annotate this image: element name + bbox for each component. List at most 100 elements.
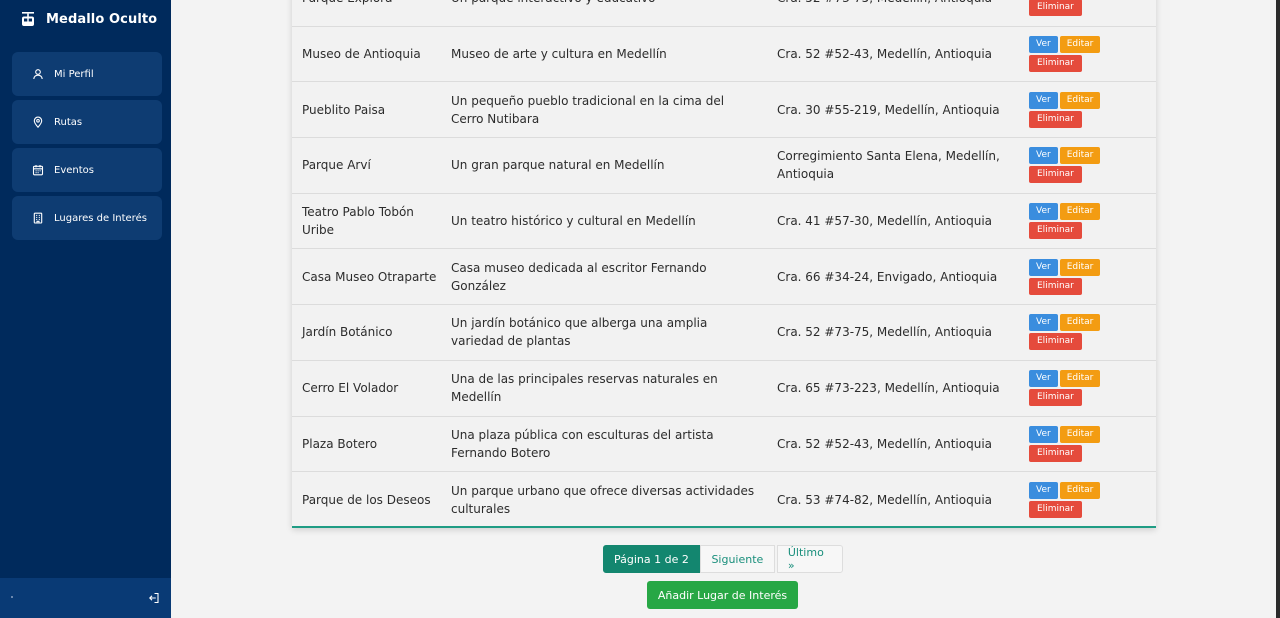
delete-button[interactable]: Eliminar (1029, 444, 1082, 462)
table-row: Plaza Botero Una plaza pública con escul… (292, 415, 1156, 472)
row-actions: VerEditarEliminar (1018, 192, 1156, 249)
place-address: Cra. 53 #74-82, Medellín, Antioquia (767, 471, 1018, 528)
place-description: Un jardín botánico que alberga una ampli… (441, 304, 767, 361)
sidebar-item-eventos[interactable]: Eventos (12, 148, 162, 192)
place-address: Cra. 52 #73-75, Medellín, Antioquia (767, 304, 1018, 361)
logout-icon[interactable] (148, 592, 160, 604)
user-icon (33, 69, 43, 80)
edit-button[interactable]: Editar (1059, 425, 1101, 443)
place-address: Corregimiento Santa Elena, Medellín, Ant… (767, 137, 1018, 194)
edit-button[interactable]: Editar (1059, 203, 1101, 221)
edit-button[interactable]: Editar (1059, 481, 1101, 499)
delete-button[interactable]: Eliminar (1029, 277, 1082, 295)
table-row: Parque Explora Un parque interactivo y e… (292, 0, 1156, 27)
edit-button[interactable]: Editar (1059, 314, 1101, 332)
sidebar-item-label: Lugares de Interés (54, 212, 147, 224)
table-row: Jardín Botánico Un jardín botánico que a… (292, 304, 1156, 361)
table-row: Cerro El Volador Una de las principales … (292, 359, 1156, 416)
place-name: Casa Museo Otraparte (292, 248, 441, 305)
place-description: Un teatro histórico y cultural en Medell… (441, 192, 767, 249)
place-address: Cra. 52 #73-75, Medellín, Antioquia (767, 0, 1018, 27)
row-actions: VerEditarEliminar (1018, 137, 1156, 194)
add-place-button[interactable]: Añadir Lugar de Interés (647, 581, 798, 609)
place-address: Cra. 52 #52-43, Medellín, Antioquia (767, 25, 1018, 82)
view-button[interactable]: Ver (1029, 370, 1058, 388)
places-table-card: Parque Explora Un parque interactivo y e… (292, 0, 1156, 528)
view-button[interactable]: Ver (1029, 258, 1058, 276)
place-name: Plaza Botero (292, 415, 441, 472)
current-page-indicator[interactable]: Página 1 de 2 (603, 545, 700, 573)
table-row: Parque de los Deseos Un parque urbano qu… (292, 471, 1156, 528)
row-actions: VerEditarEliminar (1018, 25, 1156, 82)
next-page-link[interactable]: Siguiente (699, 545, 775, 573)
view-button[interactable]: Ver (1029, 314, 1058, 332)
sidebar-item-lugares-de-interes[interactable]: Lugares de Interés (12, 196, 162, 240)
sidebar-nav: Mi Perfil Rutas Eventos Lugares de Inter… (12, 52, 162, 244)
edit-button[interactable]: Editar (1059, 258, 1101, 276)
place-description: Museo de arte y cultura en Medellín (441, 25, 767, 82)
delete-button[interactable]: Eliminar (1029, 110, 1082, 128)
sidebar-item-mi-perfil[interactable]: Mi Perfil (12, 52, 162, 96)
edit-button[interactable]: Editar (1059, 147, 1101, 165)
pagination: Página 1 de 2 Siguiente Último » (603, 545, 843, 573)
place-description: Un parque urbano que ofrece diversas act… (441, 471, 767, 528)
brand-name: Medallo Oculto (46, 11, 158, 27)
last-page-link[interactable]: Último » (776, 545, 843, 573)
places-table: Parque Explora Un parque interactivo y e… (292, 0, 1156, 528)
place-address: Cra. 30 #55-219, Medellín, Antioquia (767, 81, 1018, 138)
footer-dot (11, 596, 13, 598)
delete-button[interactable]: Eliminar (1029, 500, 1082, 518)
place-name: Cerro El Volador (292, 359, 441, 416)
row-actions: VerEditarEliminar (1018, 415, 1156, 472)
table-row: Parque Arví Un gran parque natural en Me… (292, 137, 1156, 194)
sidebar: Medallo Oculto Mi Perfil Rutas Eventos L… (0, 0, 171, 618)
sidebar-footer (0, 578, 171, 618)
table-row: Museo de Antioquia Museo de arte y cultu… (292, 25, 1156, 82)
delete-button[interactable]: Eliminar (1029, 166, 1082, 184)
sidebar-item-rutas[interactable]: Rutas (12, 100, 162, 144)
place-description: Casa museo dedicada al escritor Fernando… (441, 248, 767, 305)
row-actions: VerEditarEliminar (1018, 0, 1156, 27)
row-actions: VerEditarEliminar (1018, 248, 1156, 305)
place-address: Cra. 52 #52-43, Medellín, Antioquia (767, 415, 1018, 472)
delete-button[interactable]: Eliminar (1029, 0, 1082, 17)
sidebar-item-label: Rutas (54, 116, 83, 128)
brand[interactable]: Medallo Oculto (20, 8, 157, 30)
row-actions: VerEditarEliminar (1018, 471, 1156, 528)
place-description: Un gran parque natural en Medellín (441, 137, 767, 194)
table-row: Teatro Pablo Tobón Uribe Un teatro histó… (292, 192, 1156, 249)
delete-button[interactable]: Eliminar (1029, 55, 1082, 73)
place-description: Una plaza pública con esculturas del art… (441, 415, 767, 472)
view-button[interactable]: Ver (1029, 481, 1058, 499)
row-actions: VerEditarEliminar (1018, 81, 1156, 138)
view-button[interactable]: Ver (1029, 91, 1058, 109)
delete-button[interactable]: Eliminar (1029, 222, 1082, 240)
place-description: Un parque interactivo y educativo (441, 0, 767, 27)
view-button[interactable]: Ver (1029, 147, 1058, 165)
place-description: Un pequeño pueblo tradicional en la cima… (441, 81, 767, 138)
place-name: Parque de los Deseos (292, 471, 441, 528)
table-row: Pueblito Paisa Un pequeño pueblo tradici… (292, 81, 1156, 138)
delete-button[interactable]: Eliminar (1029, 389, 1082, 407)
building-icon (33, 212, 43, 224)
window-scrollbar[interactable] (1276, 0, 1280, 618)
place-name: Jardín Botánico (292, 304, 441, 361)
place-name: Parque Arví (292, 137, 441, 194)
view-button[interactable]: Ver (1029, 425, 1058, 443)
place-address: Cra. 66 #34-24, Envigado, Antioquia (767, 248, 1018, 305)
place-description: Una de las principales reservas naturale… (441, 359, 767, 416)
place-address: Cra. 41 #57-30, Medellín, Antioquia (767, 192, 1018, 249)
delete-button[interactable]: Eliminar (1029, 333, 1082, 351)
place-address: Cra. 65 #73-223, Medellín, Antioquia (767, 359, 1018, 416)
cable-car-icon (22, 12, 34, 26)
place-name: Museo de Antioquia (292, 25, 441, 82)
view-button[interactable]: Ver (1029, 203, 1058, 221)
edit-button[interactable]: Editar (1059, 91, 1101, 109)
edit-button[interactable]: Editar (1059, 370, 1101, 388)
sidebar-item-label: Eventos (54, 164, 94, 176)
edit-button[interactable]: Editar (1059, 36, 1101, 54)
view-button[interactable]: Ver (1029, 36, 1058, 54)
sidebar-item-label: Mi Perfil (54, 68, 94, 80)
place-name: Teatro Pablo Tobón Uribe (292, 192, 441, 249)
map-pin-icon (33, 116, 43, 128)
